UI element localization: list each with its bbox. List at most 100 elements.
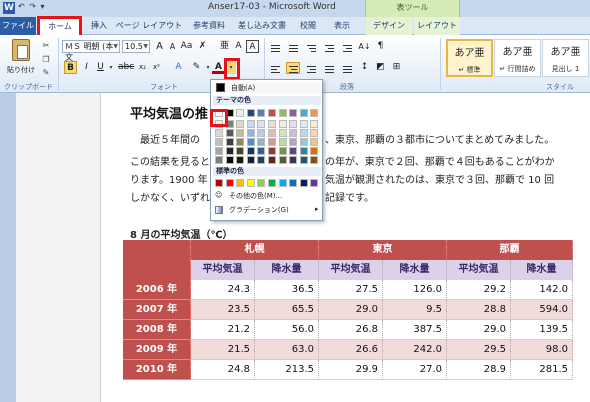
color-swatch[interactable]: [215, 147, 223, 155]
color-swatch[interactable]: [215, 179, 223, 187]
shading-icon[interactable]: ◩: [374, 61, 387, 74]
highlighter-icon[interactable]: ✎: [190, 61, 203, 74]
color-swatch[interactable]: [225, 156, 234, 164]
color-swatch[interactable]: [278, 109, 287, 117]
style-no-spacing[interactable]: あア亜 ↵ 行間詰め: [494, 39, 541, 77]
color-swatch[interactable]: [236, 179, 245, 187]
borders-icon[interactable]: ⊞: [390, 61, 403, 74]
color-swatch[interactable]: [310, 156, 319, 164]
color-swatch[interactable]: [257, 179, 266, 187]
superscript-icon[interactable]: x²: [150, 61, 163, 74]
more-colors-option[interactable]: その他の色(M)...: [229, 191, 282, 201]
color-swatch[interactable]: [289, 179, 298, 187]
color-swatch[interactable]: [299, 129, 308, 137]
color-swatch[interactable]: [278, 179, 287, 187]
tab-page-layout[interactable]: ページ レイアウト: [114, 17, 184, 35]
color-swatch[interactable]: [225, 147, 234, 155]
strikethrough-icon[interactable]: abc: [118, 61, 134, 74]
tab-mailings[interactable]: 差し込み文書: [234, 17, 290, 35]
enclose-char-icon[interactable]: A: [232, 40, 245, 53]
color-swatch[interactable]: [215, 156, 223, 164]
color-swatch[interactable]: [246, 109, 255, 117]
color-swatch[interactable]: [289, 138, 298, 146]
decrease-indent-icon[interactable]: [322, 41, 336, 53]
color-swatch[interactable]: [225, 179, 234, 187]
style-heading-1[interactable]: あア亜 見出し 1: [542, 39, 589, 77]
increase-indent-icon[interactable]: [340, 41, 354, 53]
color-swatch[interactable]: [268, 109, 276, 117]
tab-table-layout[interactable]: レイアウト: [414, 17, 460, 35]
color-swatch[interactable]: [225, 129, 234, 137]
color-swatch[interactable]: [268, 156, 276, 164]
bullets-icon[interactable]: [268, 41, 282, 53]
color-swatch[interactable]: [236, 129, 245, 137]
automatic-color-option[interactable]: 自動(A): [213, 82, 321, 93]
color-swatch[interactable]: [310, 109, 319, 117]
gradient-option[interactable]: グラデーション(G): [229, 205, 289, 215]
char-border-icon[interactable]: A: [246, 40, 259, 53]
color-swatch[interactable]: [215, 138, 223, 146]
color-swatch[interactable]: [236, 147, 245, 155]
color-swatch[interactable]: [257, 120, 266, 128]
color-swatch[interactable]: [246, 179, 255, 187]
show-marks-icon[interactable]: ¶: [374, 40, 387, 53]
copy-icon[interactable]: ❐: [40, 55, 52, 65]
word-app-icon[interactable]: W: [3, 2, 15, 14]
tab-table-design[interactable]: デザイン: [366, 17, 412, 35]
tab-view[interactable]: 表示: [326, 17, 358, 35]
numbering-icon[interactable]: [286, 41, 300, 53]
change-case-icon[interactable]: Aa: [180, 40, 193, 53]
color-swatch[interactable]: [299, 138, 308, 146]
font-size-combo[interactable]: 10.5 ▼: [122, 40, 150, 53]
color-swatch[interactable]: [310, 120, 319, 128]
color-swatch[interactable]: [299, 156, 308, 164]
color-swatch[interactable]: [257, 129, 266, 137]
style-normal[interactable]: あア亜 ↵ 標準: [446, 39, 493, 77]
color-swatch[interactable]: [257, 156, 266, 164]
color-swatch[interactable]: [278, 120, 287, 128]
multilevel-list-icon[interactable]: [304, 41, 318, 53]
tab-insert[interactable]: 挿入: [86, 17, 112, 35]
color-swatch[interactable]: [246, 156, 255, 164]
color-swatch[interactable]: [257, 138, 266, 146]
color-swatch[interactable]: [278, 138, 287, 146]
format-painter-icon[interactable]: ✎: [40, 68, 52, 78]
phonetic-guide-icon[interactable]: 亜: [218, 40, 231, 53]
color-swatch[interactable]: [299, 120, 308, 128]
color-swatch[interactable]: [310, 138, 319, 146]
align-right-icon[interactable]: [304, 62, 318, 74]
font-name-combo[interactable]: ＭＳ 明朝 (本文 ▼: [62, 40, 120, 62]
color-swatch[interactable]: [310, 147, 319, 155]
tab-references[interactable]: 参考資料: [186, 17, 232, 35]
color-swatch[interactable]: [299, 109, 308, 117]
paste-button[interactable]: 貼り付け: [6, 39, 36, 77]
color-swatch[interactable]: [289, 109, 298, 117]
cut-icon[interactable]: ✂: [40, 41, 52, 51]
color-swatch[interactable]: [215, 129, 223, 137]
align-center-icon[interactable]: [286, 62, 300, 74]
quick-access-toolbar[interactable]: ↶ ↷ ▾: [18, 2, 46, 11]
color-swatch[interactable]: [268, 138, 276, 146]
tab-file[interactable]: ファイル: [0, 17, 36, 35]
bold-button[interactable]: B: [64, 61, 77, 74]
shrink-font-icon[interactable]: A: [166, 40, 179, 53]
italic-button[interactable]: I: [80, 61, 93, 74]
subscript-icon[interactable]: x₂: [136, 61, 149, 74]
color-swatch[interactable]: [268, 147, 276, 155]
color-swatch[interactable]: [225, 138, 234, 146]
color-swatch[interactable]: [278, 156, 287, 164]
clear-format-icon[interactable]: ✗: [196, 40, 209, 53]
color-swatch[interactable]: [310, 179, 319, 187]
color-swatch[interactable]: [236, 156, 245, 164]
color-swatch[interactable]: [246, 138, 255, 146]
color-swatch[interactable]: [289, 129, 298, 137]
color-swatch[interactable]: [236, 120, 245, 128]
color-swatch[interactable]: [257, 147, 266, 155]
align-left-icon[interactable]: [268, 62, 282, 74]
distribute-icon[interactable]: [340, 62, 354, 74]
color-swatch[interactable]: [278, 129, 287, 137]
color-swatch[interactable]: [278, 147, 287, 155]
asian-layout-icon[interactable]: A↓: [358, 40, 371, 53]
color-swatch[interactable]: [257, 109, 266, 117]
color-swatch[interactable]: [268, 129, 276, 137]
